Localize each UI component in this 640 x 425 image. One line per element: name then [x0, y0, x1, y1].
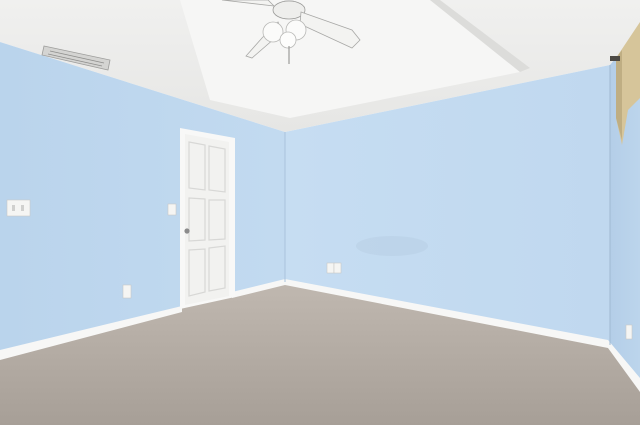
- wall-switch-toggle-1: [12, 205, 15, 211]
- outlet-left: [122, 284, 132, 299]
- outlet-right: [625, 324, 633, 340]
- wall-switch-plate: [6, 199, 31, 217]
- room-illustration: [0, 0, 640, 425]
- light-switch-plate: [167, 203, 177, 216]
- wall-smudge: [356, 236, 428, 256]
- outlet-back-1: [326, 262, 335, 274]
- fan-light-globe: [279, 31, 297, 49]
- wall-switch-toggle-2: [21, 205, 24, 211]
- bedroom-photo: [0, 0, 640, 425]
- fan-motor: [272, 0, 306, 20]
- door: [185, 134, 229, 305]
- curtain-rod: [610, 56, 620, 61]
- outlet-back-2: [333, 262, 342, 274]
- door-knob-icon: [184, 228, 190, 234]
